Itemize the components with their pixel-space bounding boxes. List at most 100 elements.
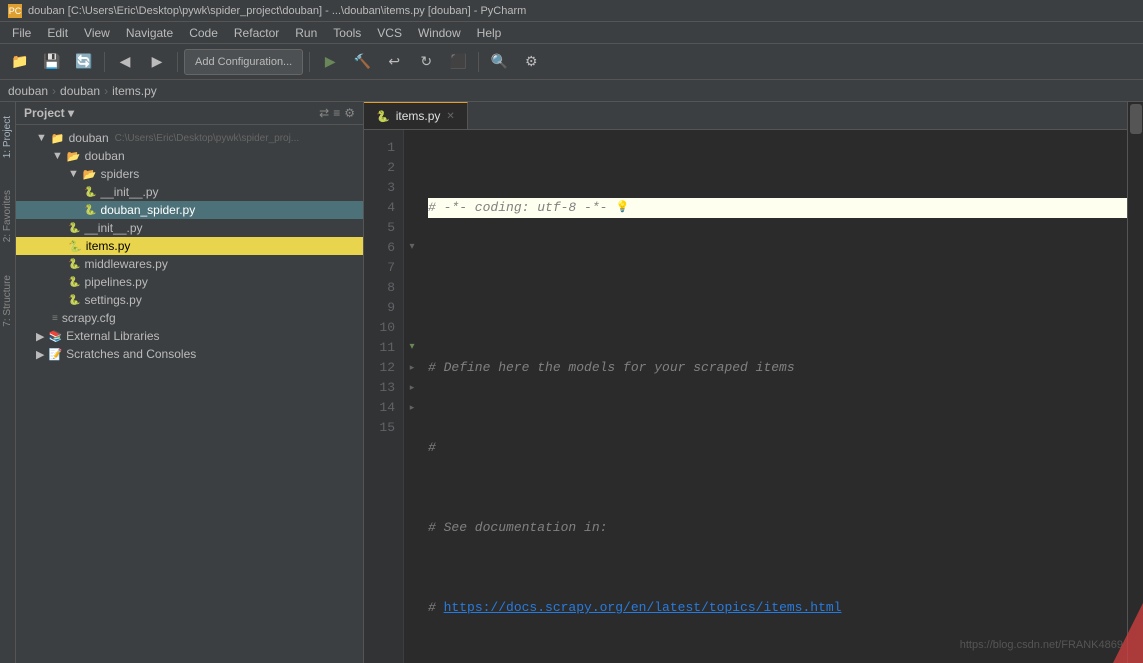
file-tree: ▼ 📁 douban C:\Users\Eric\Desktop\pywk\sp… (16, 125, 363, 663)
tree-file-pipelines[interactable]: 🐍 pipelines.py (16, 273, 363, 291)
editor-scrollbar[interactable] (1128, 102, 1143, 663)
code-text-4: # (428, 438, 436, 458)
menu-view[interactable]: View (76, 24, 118, 42)
gutter-2 (404, 158, 420, 178)
tree-label-scratches: Scratches and Consoles (66, 347, 196, 361)
menu-refactor[interactable]: Refactor (226, 24, 287, 42)
menu-help[interactable]: Help (469, 24, 510, 42)
app-icon: PC (8, 4, 22, 18)
project-panel-icons: ⇄ ≡ ⚙ (319, 106, 355, 120)
code-text-3: # Define here the models for your scrape… (428, 358, 795, 378)
code-link-6[interactable]: https://docs.scrapy.org/en/latest/topics… (444, 598, 842, 618)
tree-file-douban-spider[interactable]: 🐍 douban_spider.py (16, 201, 363, 219)
tree-root-douban[interactable]: ▼ 📁 douban C:\Users\Eric\Desktop\pywk\sp… (16, 129, 363, 147)
sync-icon[interactable]: ⇄ (319, 106, 329, 120)
line-num-5: 5 (372, 218, 395, 238)
tree-label-pipelines: pipelines.py (84, 275, 147, 289)
collapse-icon[interactable]: ≡ (333, 106, 340, 120)
open-folder-button[interactable]: 📁 (6, 48, 34, 76)
menu-code[interactable]: Code (181, 24, 226, 42)
step-button[interactable]: ↩ (380, 48, 408, 76)
expand-icon-ext: ▶ (36, 330, 44, 343)
code-text-5: # See documentation in: (428, 518, 607, 538)
back-button[interactable]: ◀ (111, 48, 139, 76)
tree-path: C:\Users\Eric\Desktop\pywk\spider_proj..… (115, 133, 300, 144)
tab-close-button[interactable]: ✕ (446, 111, 454, 122)
py-icon-5: 🐍 (68, 259, 80, 270)
menu-tools[interactable]: Tools (325, 24, 369, 42)
tree-label-root: douban (69, 131, 109, 145)
watermark-text: https://blog.csdn.net/FRANK4869 (960, 639, 1123, 651)
scrollbar-thumb[interactable] (1130, 104, 1142, 134)
line-num-9: 9 (372, 298, 395, 318)
tree-scratches[interactable]: ▶ 📝 Scratches and Consoles (16, 345, 363, 363)
settings-button[interactable]: ⚙ (517, 48, 545, 76)
menu-file[interactable]: File (4, 24, 39, 42)
expand-icon: ▼ (36, 132, 47, 144)
menu-vcs[interactable]: VCS (369, 24, 410, 42)
line-num-1: 1 (372, 138, 395, 158)
project-panel: Project ▾ ⇄ ≡ ⚙ ▼ 📁 douban C:\Users\Eric… (16, 102, 364, 663)
gutter-10 (404, 318, 420, 338)
tree-label-douban: douban (85, 149, 125, 163)
sync-button[interactable]: 🔄 (70, 48, 98, 76)
tab-icon: 🐍 (376, 110, 390, 123)
code-line-6: # https://docs.scrapy.org/en/latest/topi… (428, 598, 1127, 618)
tree-file-init-spiders[interactable]: 🐍 __init__.py (16, 183, 363, 201)
breadcrumb-douban[interactable]: douban (60, 84, 100, 98)
gutter-11: ▾ (404, 338, 420, 358)
py-icon-2: 🐍 (84, 205, 96, 216)
gutter-8 (404, 278, 420, 298)
build-button[interactable]: 🔨 (348, 48, 376, 76)
menu-edit[interactable]: Edit (39, 24, 76, 42)
forward-button[interactable]: ▶ (143, 48, 171, 76)
gutter-3 (404, 178, 420, 198)
tree-file-init-douban[interactable]: 🐍 __init__.py (16, 219, 363, 237)
tree-label-douban-spider: douban_spider.py (100, 203, 195, 217)
code-text-6a: # (428, 598, 444, 618)
tree-file-scrapycfg[interactable]: ≡ scrapy.cfg (16, 309, 363, 327)
menu-window[interactable]: Window (410, 24, 469, 42)
corner-decoration (1113, 603, 1143, 663)
tree-folder-spiders[interactable]: ▼ 📂 spiders (16, 165, 363, 183)
tree-label-scrapycfg: scrapy.cfg (62, 311, 116, 325)
folder-icon-spiders: 📂 (83, 168, 97, 181)
tree-file-items[interactable]: 🐍 items.py (16, 237, 363, 255)
expand-icon-spiders: ▼ (68, 168, 79, 180)
code-content[interactable]: # -*- coding: utf-8 -*- 💡 # Define here … (420, 130, 1127, 663)
editor-tabs: 🐍 items.py ✕ (364, 102, 1127, 130)
tree-file-settings[interactable]: 🐍 settings.py (16, 291, 363, 309)
tree-folder-douban[interactable]: ▼ 📂 douban (16, 147, 363, 165)
menu-navigate[interactable]: Navigate (118, 24, 181, 42)
folder-icon-2: 📂 (67, 150, 81, 163)
tree-label-middlewares: middlewares.py (84, 257, 167, 271)
sidebar-item-structure[interactable]: 7: Structure (0, 269, 15, 333)
scratch-icon: 📝 (48, 348, 62, 361)
stop-button[interactable]: ⬛ (444, 48, 472, 76)
code-editor[interactable]: 1 2 3 4 5 6 7 8 9 10 11 12 13 14 15 (364, 130, 1127, 663)
breadcrumb-file[interactable]: items.py (112, 84, 157, 98)
line-num-15: 15 (372, 418, 395, 438)
tree-file-middlewares[interactable]: 🐍 middlewares.py (16, 255, 363, 273)
sidebar-item-favorites[interactable]: 2: Favorites (0, 184, 15, 248)
run-button[interactable]: ▶ (316, 48, 344, 76)
save-button[interactable]: 💾 (38, 48, 66, 76)
watermark: https://blog.csdn.net/FRANK4869 (960, 639, 1123, 651)
lightbulb-icon[interactable]: 💡 (615, 198, 629, 218)
gutter-1 (404, 138, 420, 158)
expand-icon-2: ▼ (52, 150, 63, 162)
gutter-12: ▸ (404, 358, 420, 378)
toolbar-separator-3 (309, 52, 310, 72)
add-configuration-button[interactable]: Add Configuration... (184, 49, 303, 75)
line-num-14: 14 (372, 398, 395, 418)
tab-items-py[interactable]: 🐍 items.py ✕ (364, 102, 468, 129)
rerun-button[interactable]: ↻ (412, 48, 440, 76)
tree-external-libs[interactable]: ▶ 📚 External Libraries (16, 327, 363, 345)
line-num-13: 13 (372, 378, 395, 398)
settings-icon[interactable]: ⚙ (344, 106, 355, 120)
search-everywhere-button[interactable]: 🔍 (485, 48, 513, 76)
breadcrumb-root[interactable]: douban (8, 84, 48, 98)
toolbar-separator-2 (177, 52, 178, 72)
menu-run[interactable]: Run (287, 24, 325, 42)
sidebar-item-project[interactable]: 1: Project (0, 110, 15, 164)
